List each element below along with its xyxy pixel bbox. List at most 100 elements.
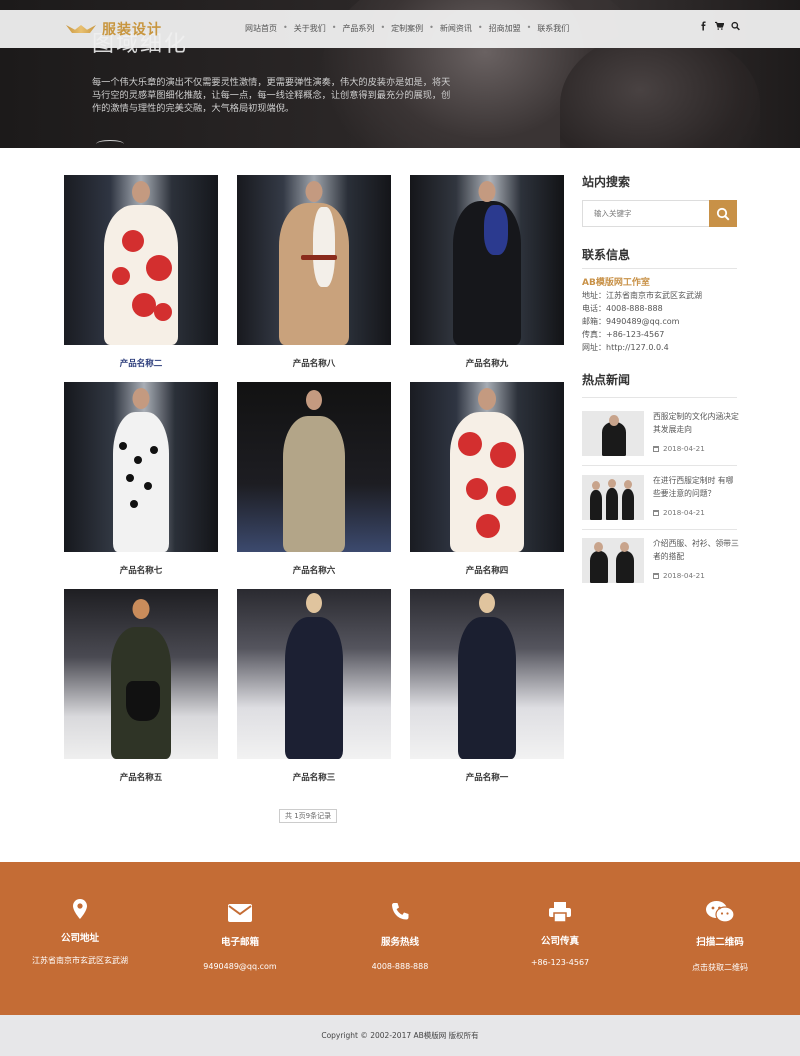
cart-icon[interactable] [715,21,724,31]
nav-separator: • [380,23,386,32]
footer-email-title: 电子邮箱 [220,937,259,948]
news-title[interactable]: 在进行西服定制时 有哪些要注意的问题？ [653,475,739,500]
product-photo[interactable] [237,175,391,345]
nav-about[interactable]: 关于我们 [294,23,326,34]
footer-fax-title: 公司传真 [540,936,579,947]
product-name[interactable]: 产品名称五 [64,771,218,783]
footer-fax-text: +86-123-4567 [530,958,590,967]
search-section-title: 站内搜索 [582,175,631,189]
contact-fax: 传真：+86-123-4567 [582,330,665,339]
news-item[interactable]: 介绍西服、衬衫、领带三者的搭配 2018-04-21 [582,538,739,588]
divider [582,529,737,530]
nav-cases[interactable]: 定制案例 [391,23,423,34]
top-icons [699,21,740,31]
contact-phone: 电话：4008-888-888 [582,304,663,313]
footer-qrcode-title[interactable]: 扫描二维码 [640,934,800,948]
news-date: 2018-04-21 [663,571,705,580]
copyright: Copyright © 2002-2017 AB模版网 版权所有 [0,1015,800,1056]
contact-company: AB模版网工作室 [582,278,650,288]
news-item[interactable]: 西服定制的文化内涵决定其发展走向 2018-04-21 [582,411,739,461]
main-nav: 网站首页 • 关于我们 • 产品系列 • 定制案例 • 新闻资讯 • 招商加盟 … [245,23,569,34]
nav-separator: • [283,23,288,32]
product-photo[interactable] [410,589,564,759]
product-card[interactable]: 产品名称八 [237,175,391,369]
product-name[interactable]: 产品名称二 [64,357,218,369]
product-photo[interactable] [237,382,391,552]
logo-text: 服装设计 [102,22,162,38]
printer-icon [549,902,571,922]
contact-address: 地址：江苏省南京市玄武区玄武湖 [582,291,702,300]
contact-email: 邮箱：9490489@qq.com [582,317,680,326]
nav-franchise[interactable]: 招商加盟 [489,23,521,34]
product-photo[interactable] [410,382,564,552]
nav-home[interactable]: 网站首页 [245,23,277,34]
search-button[interactable] [709,200,737,227]
nav-contact[interactable]: 联系我们 [537,23,569,34]
news-title[interactable]: 西服定制的文化内涵决定其发展走向 [653,411,739,436]
footer-address-title: 公司地址 [60,933,99,944]
product-name[interactable]: 产品名称三 [237,771,391,783]
news-thumbnail[interactable] [582,475,644,520]
product-card[interactable]: 产品名称三 [237,589,391,783]
hero-text: 每一个伟大乐章的演出不仅需要灵性激情，更需要弹性演奏，伟大的皮装亦是如是，将天马… [92,77,451,114]
product-name[interactable]: 产品名称六 [237,564,391,576]
product-card[interactable]: 产品名称六 [237,382,391,576]
news-section-title: 热点新闻 [582,373,631,387]
nav-separator: • [331,23,337,32]
news-date-row: 2018-04-21 [653,508,705,517]
news-title[interactable]: 介绍西服、衬衫、领带三者的搭配 [653,538,739,563]
pagination-info: 共 1页9条记录 [279,809,338,823]
search-icon[interactable] [731,21,740,31]
crown-logo-icon [66,21,96,37]
calendar-icon [653,509,659,516]
product-photo[interactable] [237,589,391,759]
news-date-row: 2018-04-21 [653,444,705,453]
footer-contact-band: 公司地址 江苏省南京市玄武区玄武湖 电子邮箱 9490489@qq.com 服务… [0,862,800,1015]
search-input[interactable] [582,200,709,227]
news-thumbnail[interactable] [582,538,644,583]
nav-separator: • [526,23,532,32]
contact-section-title: 联系信息 [582,248,631,262]
footer-email-text: 9490489@qq.com [203,962,277,971]
phone-icon [390,902,410,922]
product-card[interactable]: 产品名称四 [410,382,564,576]
footer-qrcode-text[interactable]: 点击获取二维码 [640,962,800,973]
footer-address-text: 江苏省南京市玄武区玄武湖 [32,956,128,965]
divider [582,397,737,398]
top-navigation-bar: 服装设计 网站首页 • 关于我们 • 产品系列 • 定制案例 • 新闻资讯 • … [0,10,800,48]
footer-hotline-title: 服务热线 [380,937,419,948]
divider [582,268,737,269]
envelope-icon [228,904,252,922]
location-pin-icon [73,899,87,919]
contact-website[interactable]: 网址：http://127.0.0.4 [582,342,669,353]
news-date-row: 2018-04-21 [653,571,705,580]
nav-separator: • [477,23,483,32]
product-card[interactable]: 产品名称五 [64,589,218,783]
product-name[interactable]: 产品名称八 [237,357,391,369]
product-name[interactable]: 产品名称四 [410,564,564,576]
product-photo[interactable] [64,175,218,345]
product-name[interactable]: 产品名称七 [64,564,218,576]
site-logo[interactable]: 服装设计 [66,19,162,39]
nav-products[interactable]: 产品系列 [342,23,374,34]
product-name[interactable]: 产品名称一 [410,771,564,783]
calendar-icon [653,572,659,579]
product-photo[interactable] [410,175,564,345]
product-photo[interactable] [64,382,218,552]
footer-hotline-text: 4008-888-888 [371,962,429,971]
ornament-icon [96,140,124,148]
news-item[interactable]: 在进行西服定制时 有哪些要注意的问题？ 2018-04-21 [582,475,737,525]
product-photo[interactable] [64,589,218,759]
product-card[interactable]: 产品名称二 [64,175,218,369]
calendar-icon [653,445,659,452]
product-card[interactable]: 产品名称七 [64,382,218,576]
news-date: 2018-04-21 [663,508,705,517]
search-icon [716,207,730,221]
divider [582,465,737,466]
facebook-icon[interactable] [699,21,708,31]
product-name[interactable]: 产品名称九 [410,357,564,369]
nav-news[interactable]: 新闻资讯 [440,23,472,34]
product-card[interactable]: 产品名称一 [410,589,564,783]
product-card[interactable]: 产品名称九 [410,175,564,369]
news-thumbnail[interactable] [582,411,644,456]
